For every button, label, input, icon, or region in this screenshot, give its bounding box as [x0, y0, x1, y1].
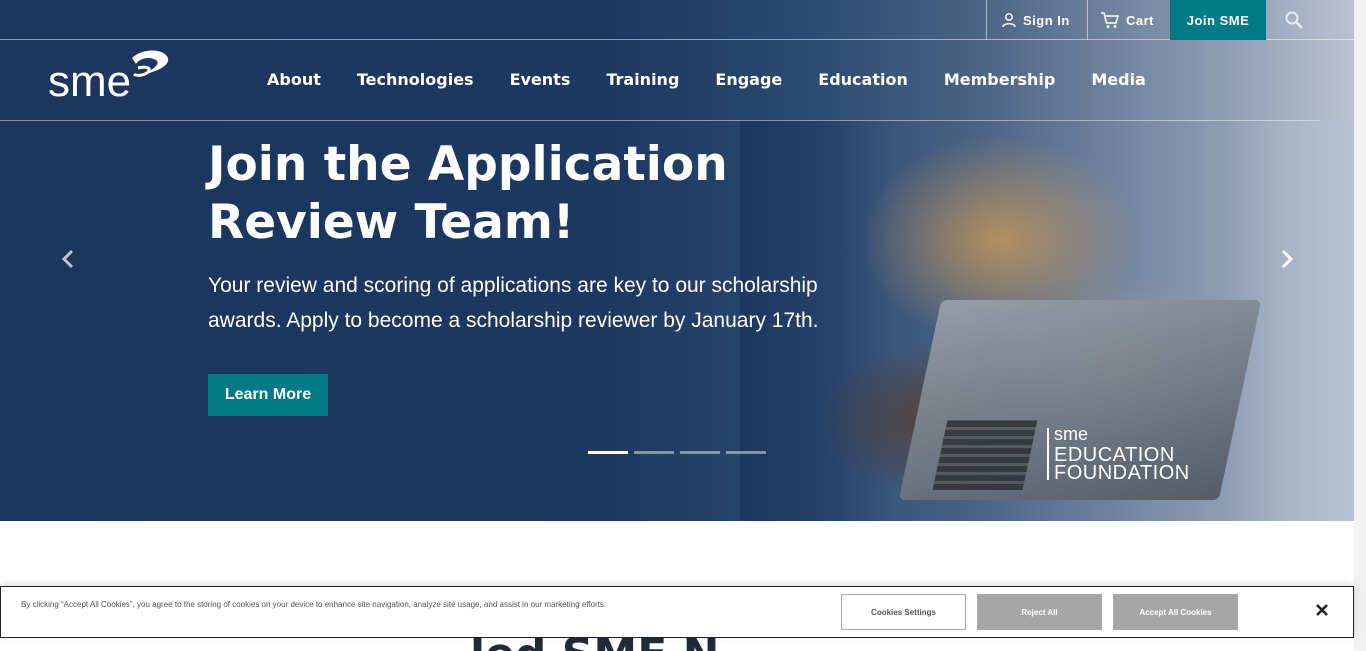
search-button[interactable]: [1266, 0, 1322, 40]
nav-item-engage[interactable]: Engage: [697, 62, 800, 98]
sign-in-link[interactable]: Sign In: [986, 0, 1088, 40]
accept-all-cookies-button[interactable]: Accept All Cookies: [1113, 594, 1238, 630]
hero-carousel: Sign In Cart Join SME sme About Technolo…: [0, 0, 1354, 521]
join-sme-button[interactable]: Join SME: [1170, 0, 1266, 40]
hero-subtext: Your review and scoring of applications …: [208, 274, 819, 332]
page-scrollbar[interactable]: [1354, 0, 1366, 651]
carousel-dot-1[interactable]: [588, 451, 628, 454]
cart-icon: [1100, 11, 1120, 29]
nav-item-media[interactable]: Media: [1073, 62, 1164, 98]
carousel-indicators: [588, 451, 766, 454]
sign-in-label: Sign In: [1023, 12, 1070, 28]
carousel-dot-2[interactable]: [634, 451, 674, 454]
cookies-settings-button[interactable]: Cookies Settings: [841, 594, 966, 630]
cookie-banner-close-button[interactable]: [1311, 601, 1333, 623]
cookie-banner: By clicking “Accept All Cookies”, you ag…: [0, 586, 1354, 638]
join-sme-label: Join SME: [1186, 12, 1250, 28]
foundation-logo-brand: sme: [1054, 424, 1089, 444]
nav-item-training[interactable]: Training: [588, 62, 697, 98]
carousel-prev-button[interactable]: [53, 246, 83, 276]
learn-more-button[interactable]: Learn More: [208, 374, 328, 416]
nav-item-education[interactable]: Education: [800, 62, 926, 98]
cart-label: Cart: [1126, 12, 1155, 28]
search-icon: [1285, 11, 1303, 29]
carousel-dot-4[interactable]: [726, 451, 766, 454]
utility-bar: Sign In Cart Join SME: [0, 0, 1354, 40]
chevron-right-icon: [1280, 249, 1294, 274]
sme-logo[interactable]: sme: [46, 46, 172, 106]
education-foundation-logo: sme EDUCATION FOUNDATION: [1046, 418, 1196, 484]
carousel-dot-3[interactable]: [680, 451, 720, 454]
foundation-logo-bar: [1047, 428, 1049, 480]
cart-link[interactable]: Cart: [1088, 0, 1170, 40]
chevron-left-icon: [61, 249, 75, 274]
nav-item-technologies[interactable]: Technologies: [339, 62, 492, 98]
carousel-next-button[interactable]: [1272, 246, 1302, 276]
nav-item-about[interactable]: About: [249, 62, 339, 98]
close-icon: [1315, 603, 1329, 622]
keyboard-image: [932, 420, 1038, 490]
user-icon: [1001, 12, 1017, 28]
foundation-logo-line2: FOUNDATION: [1054, 462, 1190, 484]
hero-headline: Join the Application Review Team!: [208, 137, 728, 250]
nav-item-events[interactable]: Events: [492, 62, 589, 98]
reject-all-button[interactable]: Reject All: [977, 594, 1102, 630]
main-nav: About Technologies Events Training Engag…: [249, 62, 1164, 98]
page: Sign In Cart Join SME sme About Technolo…: [0, 0, 1366, 651]
nav-item-membership[interactable]: Membership: [926, 62, 1074, 98]
cookie-banner-text: By clicking “Accept All Cookies”, you ag…: [21, 600, 607, 609]
nav-divider: [0, 120, 1320, 121]
logo-wordmark: sme: [48, 57, 131, 100]
